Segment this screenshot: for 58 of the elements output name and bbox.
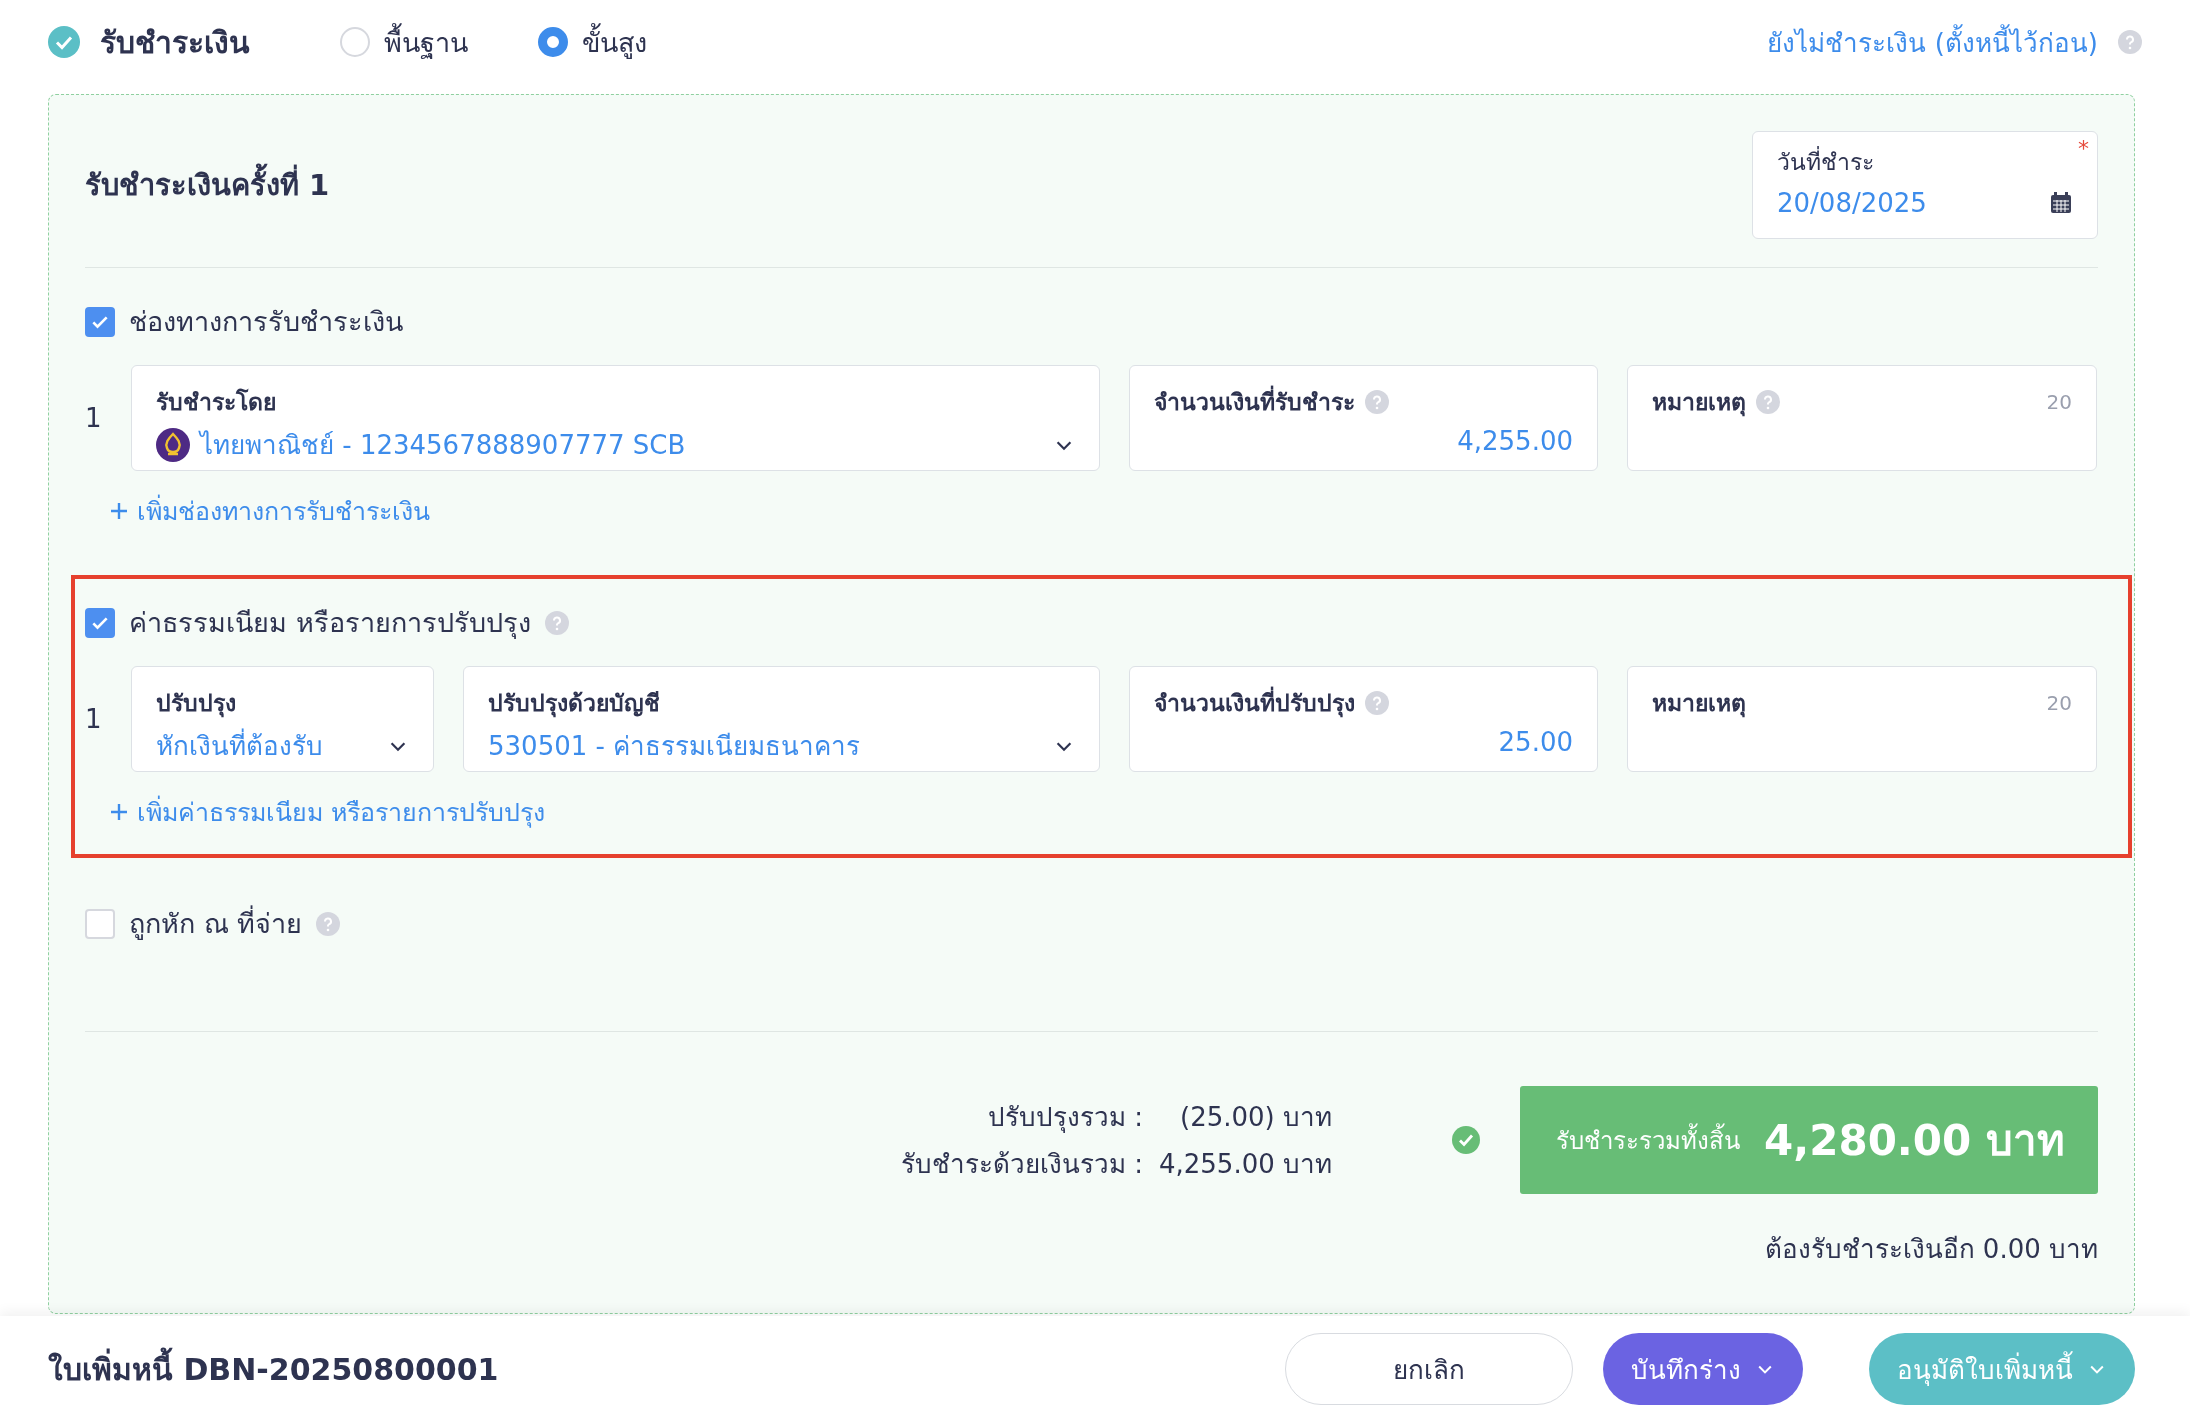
row-number: 1 <box>85 704 103 734</box>
total-amount: 4,280.00 บาท <box>1764 1115 2065 1167</box>
select-value: ไทยพาณิชย์ - 1234567888907777 SCB <box>200 429 687 462</box>
checkbox[interactable] <box>85 306 115 337</box>
check-circle-icon <box>48 26 80 58</box>
note-field[interactable]: หมายเหตุ 20 <box>1627 666 2097 772</box>
amount-field[interactable]: จำนวนเงินที่ปรับปรุง 25.00 <box>1129 666 1598 772</box>
select-field[interactable]: ปรับปรุง หักเงินที่ต้องรับ <box>131 666 434 772</box>
field-label: วันที่ชำระ <box>1777 144 2073 180</box>
summary-value: (25.00) บาท <box>1179 1101 1332 1134</box>
note-field[interactable]: หมายเหตุ 20 <box>1627 365 2097 471</box>
help-icon[interactable] <box>2118 30 2142 54</box>
select-field[interactable]: ปรับปรุงด้วยบัญชี 530501 - ค่าธรรมเนียมธนาคาร <box>463 666 1100 772</box>
mode-radio[interactable]: ขั้นสูง <box>538 20 647 64</box>
field-label: หมายเหตุ <box>1652 388 1746 419</box>
plus-icon <box>109 802 129 822</box>
select-field[interactable]: รับชำระโดย ไทยพาณิชย์ - 1234567888907777 SCB <box>131 365 1100 471</box>
select-value: 530501 - ค่าธรรมเนียมธนาคาร <box>488 730 862 763</box>
character-counter: 20 <box>2046 390 2072 414</box>
help-icon[interactable] <box>1365 390 1389 414</box>
field-label: หมายเหตุ <box>1652 689 1746 720</box>
checkbox-label: ถูกหัก ณ ที่จ่าย <box>129 902 303 945</box>
summary-label: ปรับปรุงรวม : <box>986 1101 1143 1135</box>
help-icon[interactable] <box>1756 390 1780 414</box>
total-label: รับชำระรวมทั้งสิ้น <box>1556 1120 1740 1160</box>
calendar-icon[interactable] <box>2049 191 2073 215</box>
document-title: ใบเพิ่มหนี้ DBN-20250800001 <box>48 1345 499 1393</box>
field-label: ปรับปรุงด้วยบัญชี <box>488 689 661 720</box>
help-icon[interactable] <box>544 610 569 635</box>
check-circle-icon <box>1452 1126 1480 1154</box>
field-label: ปรับปรุง <box>156 689 237 720</box>
cancel-button[interactable]: ยกเลิก <box>1285 1333 1573 1405</box>
help-icon[interactable] <box>316 911 341 936</box>
date-value: 20/08/2025 <box>1777 188 1928 218</box>
panel-title: รับชำระเงินครั้งที่ 1 <box>85 162 330 208</box>
character-counter: 20 <box>2046 691 2072 715</box>
checkbox[interactable] <box>85 607 115 638</box>
amount-value: 4,255.00 <box>1457 426 1573 456</box>
field-label: รับชำระโดย <box>156 387 277 417</box>
section-title: รับชำระเงิน <box>100 23 250 62</box>
plus-icon <box>109 501 129 521</box>
summary-label: รับชำระด้วยเงินรวม : <box>900 1148 1143 1181</box>
select-value: หักเงินที่ต้องรับ <box>156 725 377 766</box>
row-number: 1 <box>85 403 103 433</box>
remaining-text: ต้องรับชำระเงินอีก 0.00 บาท <box>1764 1233 2098 1266</box>
summary-value: 4,255.00 บาท <box>1158 1148 1332 1181</box>
help-icon[interactable] <box>1365 691 1389 715</box>
checkbox-label: ค่าธรรมเนียม หรือรายการปรับปรุง <box>129 606 531 641</box>
required-mark: * <box>2078 136 2089 161</box>
field-label: จำนวนเงินที่ปรับปรุง <box>1154 685 1355 721</box>
checkbox-label: ช่องทางการรับชำระเงิน <box>129 305 403 339</box>
amount-value: 25.00 <box>1498 727 1573 757</box>
mode-radio[interactable]: พื้นฐาน <box>340 20 468 64</box>
field-label: จำนวนเงินที่รับชำระ <box>1154 384 1355 420</box>
draft-button[interactable]: บันทึกร่าง <box>1603 1333 1803 1405</box>
amount-field[interactable]: จำนวนเงินที่รับชำระ 4,255.00 <box>1129 365 1598 471</box>
date-field[interactable]: * วันที่ชำระ 20/08/2025 <box>1752 131 2098 239</box>
checkbox[interactable] <box>85 908 115 939</box>
